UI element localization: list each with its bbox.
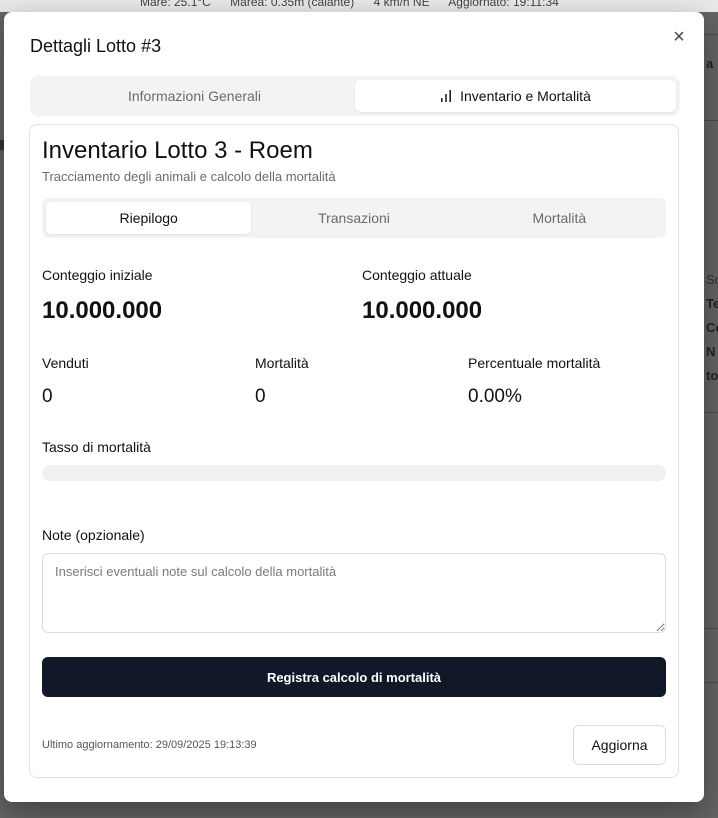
mortality-percentage-label: Percentuale mortalità: [468, 355, 601, 371]
sea-temperature: Mare: 25.1°C: [140, 0, 211, 9]
refresh-button[interactable]: Aggiorna: [573, 725, 666, 765]
tide-status: Marea: 0.35m (calante): [230, 0, 355, 9]
last-update-timestamp: Ultimo aggiornamento: 29/09/2025 19:13:3…: [42, 739, 257, 751]
background-divider: [704, 34, 718, 35]
close-icon[interactable]: ×: [668, 26, 690, 48]
main-tabs: Informazioni Generali Inventario e Morta…: [30, 76, 680, 116]
background-divider: [704, 628, 718, 629]
inventory-subtabs: Riepilogo Transazioni Mortalità: [42, 198, 666, 238]
background-divider: [704, 120, 718, 121]
current-count-value: 10.000.000: [362, 297, 483, 324]
sold-value: 0: [42, 386, 53, 407]
background-topbar: Mare: 25.1°C Marea: 0.35m (calante) 4 km…: [0, 0, 718, 12]
inventory-card: Inventario Lotto 3 - Roem Tracciamento d…: [29, 124, 679, 778]
background-divider: [704, 682, 718, 683]
current-count-label: Conteggio attuale: [362, 267, 472, 283]
background-fragment: Sc: [706, 272, 718, 287]
initial-count-value: 10.000.000: [42, 297, 163, 324]
background-divider: [704, 412, 718, 413]
tab-inventory-mortality[interactable]: Inventario e Mortalità: [355, 80, 676, 112]
tab-mortality[interactable]: Mortalità: [457, 202, 662, 234]
sold-label: Venduti: [42, 355, 89, 371]
weather-bar: Mare: 25.1°C Marea: 0.35m (calante) 4 km…: [140, 0, 575, 9]
mortality-percentage-value: 0.00%: [468, 386, 522, 407]
mortality-rate-progress: [42, 465, 666, 481]
wind-status: 4 km/h NE: [373, 0, 430, 9]
mortality-label: Mortalità: [255, 355, 309, 371]
background-fragment: to: [706, 368, 718, 383]
background-fragment: a: [706, 56, 714, 71]
notes-textarea[interactable]: [42, 553, 666, 633]
register-mortality-button[interactable]: Registra calcolo di mortalità: [42, 657, 666, 697]
tab-general-info-label: Informazioni Generali: [127, 88, 262, 104]
background-fragment: Co: [706, 320, 718, 335]
tab-summary[interactable]: Riepilogo: [46, 202, 252, 234]
dialog-title: Dettagli Lotto #3: [30, 36, 162, 56]
background-fragment: N: [706, 344, 716, 359]
notes-label: Note (opzionale): [42, 527, 145, 543]
tab-transactions[interactable]: Transazioni: [251, 202, 456, 234]
tab-inventory-mortality-label: Inventario e Mortalità: [460, 88, 591, 104]
inventory-title: Inventario Lotto 3 - Roem: [42, 137, 313, 164]
mortality-value: 0: [255, 386, 266, 407]
lot-details-dialog: Dettagli Lotto #3 × Informazioni General…: [4, 12, 704, 802]
last-weather-update: Aggiornato: 19:11:34: [448, 0, 559, 9]
mortality-rate-label: Tasso di mortalità: [42, 439, 151, 455]
inventory-subtitle: Tracciamento degli animali e calcolo del…: [42, 169, 336, 184]
initial-count-label: Conteggio iniziale: [42, 267, 153, 283]
background-fragment: Te: [706, 296, 718, 311]
tab-general-info[interactable]: Informazioni Generali: [34, 80, 355, 112]
bar-chart-icon: [440, 90, 452, 102]
